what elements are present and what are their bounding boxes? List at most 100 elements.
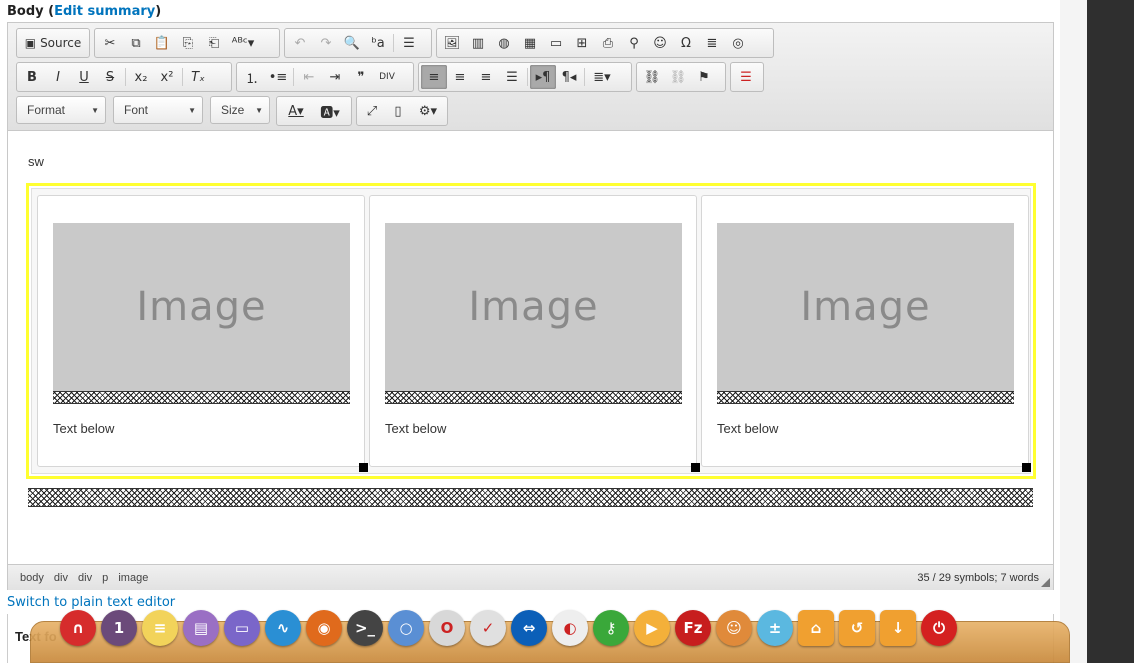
paste-text-icon[interactable]: ⎘ — [175, 31, 201, 55]
align-right-icon[interactable]: ≡ — [473, 65, 499, 89]
filezilla-icon[interactable]: Fz — [675, 610, 711, 646]
downloads-folder-icon[interactable]: ↓ — [880, 610, 916, 646]
editor-toolbar: ▣ Source ✂ ⧉ 📋 ⎘ ⎗ ᴬᴮᶜ▾ ↶ ↷ 🔍 ᵇa ☰ 🖼 ▥ ◍… — [8, 23, 1053, 131]
calculator-icon[interactable]: ± — [757, 610, 793, 646]
rtl-icon[interactable]: ¶◂ — [556, 65, 582, 89]
cut-icon[interactable]: ✂ — [97, 31, 123, 55]
smiley-icon[interactable]: ☺ — [647, 31, 673, 55]
paste-word-icon[interactable]: ⎗ — [201, 31, 227, 55]
maximize-icon[interactable]: ⤢ — [359, 99, 385, 123]
bg-color-icon[interactable]: 🅰▾ — [313, 99, 347, 123]
bold-icon[interactable]: B — [19, 65, 45, 89]
spellcheck-icon[interactable]: ᴬᴮᶜ▾ — [227, 31, 259, 55]
iframe-icon[interactable]: ◍ — [491, 31, 517, 55]
resize-handle[interactable] — [1022, 463, 1031, 472]
text-color-icon[interactable]: A▾ — [279, 99, 313, 123]
body-field-label: Body (Edit summary) — [7, 4, 162, 19]
table-icon[interactable]: ⊞ — [569, 31, 595, 55]
opera-icon[interactable]: O — [429, 610, 465, 646]
switch-editor-link[interactable]: Switch to plain text editor — [7, 595, 175, 610]
path-item[interactable]: div — [78, 572, 92, 584]
image-placeholder[interactable]: Image — [717, 223, 1014, 391]
form-icon[interactable]: ⎙ — [595, 31, 621, 55]
replace-icon[interactable]: ᵇa — [365, 31, 391, 55]
card[interactable]: Image Text below — [701, 195, 1029, 467]
template-icon[interactable]: ☰ — [733, 65, 759, 89]
card[interactable]: Image Text below — [369, 195, 697, 467]
editor-content-area[interactable]: sw Image Text below Image Text below Ima… — [8, 132, 1053, 564]
workspace-switcher-icon[interactable]: 1 — [101, 610, 137, 646]
strike-icon[interactable]: S — [97, 65, 123, 89]
resize-grip-icon[interactable] — [1041, 578, 1050, 587]
superscript-icon[interactable]: x² — [154, 65, 180, 89]
select-all-icon[interactable]: ☰ — [396, 31, 422, 55]
align-left-icon[interactable]: ≡ — [421, 65, 447, 89]
source-button[interactable]: ▣ Source — [19, 31, 87, 55]
page-break-icon[interactable]: ≣ — [699, 31, 725, 55]
edit-summary-link[interactable]: Edit summary — [54, 4, 155, 19]
map-pin-icon[interactable]: ⚲ — [621, 31, 647, 55]
italic-icon[interactable]: I — [45, 65, 71, 89]
selected-widget[interactable]: Image Text below Image Text below Image — [26, 183, 1036, 479]
horizontal-rule-icon[interactable]: ▭ — [543, 31, 569, 55]
monitor-icon[interactable]: ∿ — [265, 610, 301, 646]
settings-icon[interactable]: ⚙▾ — [411, 99, 445, 123]
special-char-icon[interactable]: Ω — [673, 31, 699, 55]
clock-app-icon[interactable]: ◐ — [552, 610, 588, 646]
recent-folder-icon[interactable]: ↺ — [839, 610, 875, 646]
document-icon[interactable]: ▤ — [183, 610, 219, 646]
blockquote-icon[interactable]: ❞ — [348, 65, 374, 89]
justify-icon[interactable]: ☰ — [499, 65, 525, 89]
align-center-icon[interactable]: ≡ — [447, 65, 473, 89]
resize-handle[interactable] — [359, 463, 368, 472]
size-dropdown[interactable]: Size ▼ — [210, 96, 270, 124]
key-icon[interactable]: ⚷ — [593, 610, 629, 646]
undo-icon[interactable]: ↶ — [287, 31, 313, 55]
files-icon[interactable]: ▭ — [224, 610, 260, 646]
search-app-icon[interactable]: ○ — [388, 610, 424, 646]
copy-icon[interactable]: ⧉ — [123, 31, 149, 55]
power-icon[interactable]: ⏻ — [921, 610, 957, 646]
image-placeholder[interactable]: Image — [53, 223, 350, 391]
gimp-icon[interactable]: ☺ — [716, 610, 752, 646]
flash-icon[interactable]: ▥ — [465, 31, 491, 55]
numbered-list-icon[interactable]: ⒈ — [239, 65, 265, 89]
teamviewer-icon[interactable]: ⇔ — [511, 610, 547, 646]
find-icon[interactable]: 🔍 — [339, 31, 365, 55]
div-icon[interactable]: DIV — [374, 65, 400, 89]
paste-icon[interactable]: 📋 — [149, 31, 175, 55]
link-icon[interactable]: ⛓ — [639, 65, 665, 89]
path-item[interactable]: div — [54, 572, 68, 584]
firefox-icon[interactable]: ◉ — [306, 610, 342, 646]
indent-icon[interactable]: ⇥ — [322, 65, 348, 89]
image-placeholder[interactable]: Image — [385, 223, 682, 391]
anchor-icon[interactable]: ⚑ — [691, 65, 717, 89]
image-icon[interactable]: 🖼 — [439, 31, 465, 55]
media-player-icon[interactable]: ▶ — [634, 610, 670, 646]
outdent-icon[interactable]: ⇤ — [296, 65, 322, 89]
unlink-icon[interactable]: ⛓ — [665, 65, 691, 89]
terminal-icon[interactable]: >_ — [347, 610, 383, 646]
redo-icon[interactable]: ↷ — [313, 31, 339, 55]
font-dropdown[interactable]: Font ▼ — [113, 96, 203, 124]
resize-handle[interactable] — [691, 463, 700, 472]
toolbar-separator — [584, 68, 585, 86]
notes-icon[interactable]: ≡ — [142, 610, 178, 646]
globe-icon[interactable]: ◎ — [725, 31, 751, 55]
media-icon[interactable]: ▦ — [517, 31, 543, 55]
format-dropdown[interactable]: Format ▼ — [16, 96, 106, 124]
mail-icon[interactable]: ✓ — [470, 610, 506, 646]
card[interactable]: Image Text below — [37, 195, 365, 467]
path-item[interactable]: image — [118, 572, 148, 584]
path-item[interactable]: p — [102, 572, 108, 584]
ltr-icon[interactable]: ▸¶ — [530, 65, 556, 89]
underline-icon[interactable]: U — [71, 65, 97, 89]
home-folder-icon[interactable]: ⌂ — [798, 610, 834, 646]
show-blocks-icon[interactable]: ▯ — [385, 99, 411, 123]
subscript-icon[interactable]: x₂ — [128, 65, 154, 89]
bulleted-list-icon[interactable]: •≡ — [265, 65, 291, 89]
remove-format-icon[interactable]: Tₓ — [185, 65, 211, 89]
path-item[interactable]: body — [20, 572, 44, 584]
app-red-icon[interactable]: ∩ — [60, 610, 96, 646]
language-icon[interactable]: ≣▾ — [587, 65, 617, 89]
